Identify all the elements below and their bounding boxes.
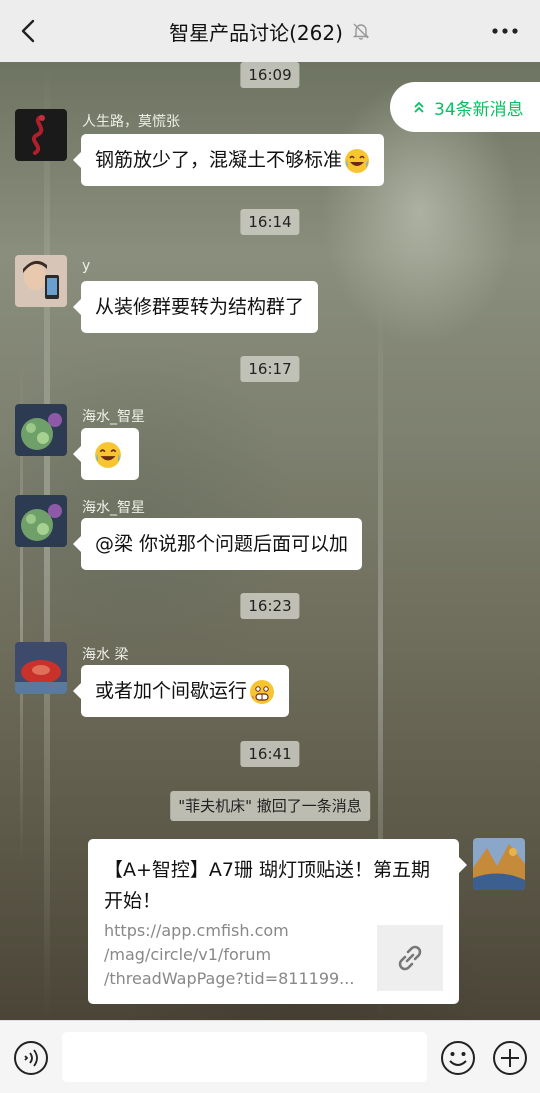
sender-name: 海水_智星 <box>82 409 145 425</box>
laughing-crying-emoji <box>345 148 370 173</box>
double-chevron-up-icon <box>414 101 424 113</box>
message-input[interactable] <box>62 1032 427 1082</box>
system-notice: "菲夫机床" 撤回了一条消息 <box>170 791 370 821</box>
message-text: 或者加个间歇运行 <box>95 680 248 702</box>
link-card-title: 【A+智控】A7珊 瑚灯顶贴送！第五期开始！ <box>104 859 431 912</box>
message-text: 钢筋放少了，混凝土不够标准 <box>95 149 343 171</box>
avatar[interactable] <box>15 404 67 456</box>
sender-name: y <box>82 258 91 274</box>
more-dots-icon[interactable] <box>490 18 520 44</box>
message-bubble[interactable]: 从装修群要转为结构群了 <box>72 281 319 333</box>
my-avatar[interactable] <box>473 838 525 890</box>
avatar[interactable] <box>15 109 67 161</box>
link-card-thumbnail <box>377 925 443 991</box>
link-card-url-line: https://app.cmfish.com <box>104 921 289 940</box>
plus-circle-icon[interactable] <box>492 1040 528 1076</box>
title-group: 智星产品讨论(262) <box>169 17 371 46</box>
message-text: 从装修群要转为结构群了 <box>95 296 305 318</box>
timestamp: 16:09 <box>240 62 300 88</box>
sender-name: 海水 梁 <box>82 647 129 663</box>
chat-title: 智星产品讨论(262) <box>169 20 343 45</box>
laughing-crying-emoji <box>95 441 121 468</box>
message-text: @梁 你说那个问题后面可以加 <box>95 533 349 555</box>
link-card-url-line: /threadWapPage?tid=811199... <box>104 969 355 988</box>
sender-name: 人生路，莫慌张 <box>82 114 180 130</box>
message-bubble[interactable] <box>73 428 139 480</box>
new-messages-label: 34条新消息 <box>434 99 524 120</box>
new-messages-button[interactable]: 34条新消息 <box>390 82 540 132</box>
voice-icon[interactable] <box>13 1040 49 1076</box>
link-card-url: https://app.cmfish.com /mag/circle/v1/fo… <box>104 919 359 991</box>
timestamp: 16:41 <box>240 741 300 767</box>
avatar[interactable] <box>15 495 67 547</box>
smiley-icon[interactable] <box>440 1040 476 1076</box>
input-bar <box>0 1020 540 1093</box>
back-chevron-icon[interactable] <box>14 16 44 46</box>
timestamp: 16:23 <box>240 593 300 619</box>
chat-header: 智星产品讨论(262) <box>0 0 540 62</box>
bell-off-icon <box>352 23 370 40</box>
timestamp: 16:17 <box>240 356 300 382</box>
link-card[interactable]: 【A+智控】A7珊 瑚灯顶贴送！第五期开始！ https://app.cmfis… <box>88 839 467 1004</box>
sender-name: 海水_智星 <box>82 500 145 516</box>
timestamp: 16:14 <box>240 209 300 235</box>
link-icon <box>398 945 422 971</box>
message-bubble[interactable]: 钢筋放少了，混凝土不够标准 <box>72 134 385 186</box>
message-bubble[interactable]: @梁 你说那个问题后面可以加 <box>72 518 363 570</box>
avatar[interactable] <box>15 255 67 307</box>
grimace-emoji <box>250 679 275 704</box>
message-bubble[interactable]: 或者加个间歇运行 <box>72 665 290 717</box>
avatar[interactable] <box>15 642 67 694</box>
link-card-url-line: /mag/circle/v1/forum <box>104 945 272 964</box>
